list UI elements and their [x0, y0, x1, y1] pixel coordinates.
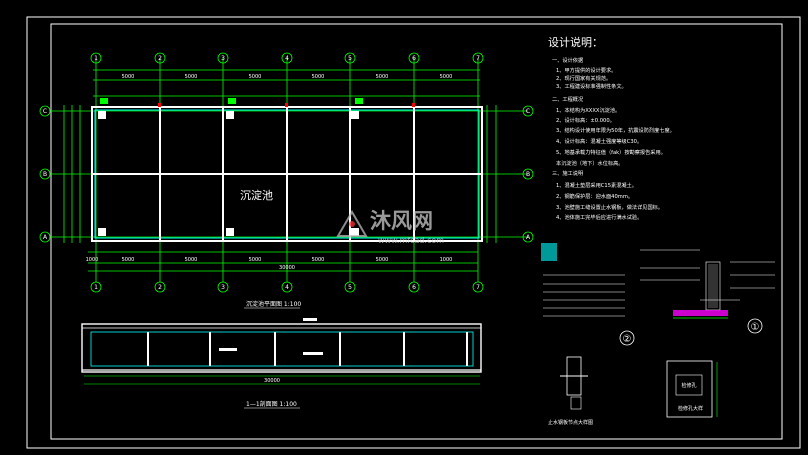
axis-col-5-top: 5 [348, 55, 352, 62]
watermark: 沐风网 www.mfcad.com [336, 209, 444, 245]
cad-drawing-sheet: 沉淀池 5000 5000 5000 5000 5000 5000 1000 5… [26, 16, 801, 449]
dim-bottom-7: 1000 [440, 257, 453, 263]
axis-col-6-top: 6 [412, 55, 416, 62]
axis-col-2-top: 2 [158, 55, 162, 62]
axis-col-4-bottom: 4 [285, 284, 289, 291]
axis-row-c-left: C [43, 108, 47, 115]
axis-col-4-top: 4 [285, 55, 289, 62]
axis-row-c-right: C [526, 108, 530, 115]
axis-row-b-left: B [43, 171, 47, 178]
dim-top-5: 5000 [376, 74, 389, 80]
dim-overall-plan: 30000 [279, 265, 295, 271]
pool-label: 沉淀池 [240, 188, 273, 202]
axis-col-2-bottom: 2 [158, 284, 162, 291]
plan-view: 沉淀池 5000 5000 5000 5000 5000 5000 1000 5… [39, 52, 534, 309]
detail-1-marker: ① [751, 322, 760, 333]
note-line-3: 2、现行国家有关规范。 [556, 74, 611, 82]
section-overall-dim: 30000 [264, 378, 280, 384]
notes-heading: 设计说明： [548, 35, 603, 49]
detail-2-marker: ② [623, 334, 632, 345]
section-caption: 1—1剖面图 1:100 [246, 400, 297, 408]
design-notes: 设计说明： 一、设计依据 1、甲方提供的设计要求。 2、现行国家有关规范。 3、… [548, 35, 675, 221]
axis-col-7-bottom: 7 [476, 284, 480, 291]
section-view: 30000 1—1剖面图 1:100 [81, 318, 482, 409]
dim-bottom-6: 5000 [376, 257, 389, 263]
note-line-4: 3、工程建设标准强制性条文。 [556, 82, 627, 90]
waterstop-caption: 止水钢板节点大样图 [548, 419, 593, 426]
dim-bottom-3: 5000 [185, 257, 198, 263]
dim-top-4: 5000 [312, 74, 325, 80]
note-line-7: 2、设计标高：±0.000。 [556, 116, 615, 124]
axis-col-6-bottom: 6 [412, 284, 416, 291]
note-line-6: 1、本结构为XXXX沉淀池。 [556, 106, 620, 114]
watermark-url: www.mfcad.com [378, 236, 444, 245]
dim-bottom-4: 5000 [249, 257, 262, 263]
axis-col-1-top: 1 [94, 55, 98, 62]
note-line-1: 一、设计依据 [552, 56, 583, 64]
axis-row-a-left: A [43, 234, 48, 241]
manhole-label: 检修孔 [681, 382, 696, 389]
note-line-13: 1、混凝土垫层采用C15素混凝土。 [556, 181, 637, 189]
axis-col-3-top: 3 [221, 55, 225, 62]
note-line-14: 2、钢筋保护层：迎水面40mm。 [556, 192, 633, 200]
dim-top-6: 5000 [440, 74, 453, 80]
dim-bottom-5: 5000 [312, 257, 325, 263]
note-line-2: 1、甲方提供的设计要求。 [556, 66, 616, 74]
note-line-9: 4、设计标高：混凝土强度等级C30。 [556, 137, 642, 145]
watermark-brand: 沐风网 [370, 209, 433, 233]
dim-top-3: 5000 [249, 74, 262, 80]
note-line-16: 4、池体施工完毕后应进行满水试验。 [556, 213, 642, 221]
axis-col-1-bottom: 1 [94, 284, 98, 291]
axis-col-7-top: 7 [476, 55, 480, 62]
note-line-11: 本沉淀池（地下）水位标高。 [556, 159, 623, 167]
axis-row-a-right: A [526, 234, 531, 241]
note-line-15: 3、池壁施工缝设置止水钢板，做法详见国标。 [556, 203, 663, 211]
note-line-5: 二、工程概况 [552, 95, 584, 103]
axis-row-b-right: B [526, 171, 530, 178]
detail-drawings: ② ① 止水钢板节点大样图 检修孔 检修孔大样 [541, 243, 775, 426]
note-line-12: 三、施工说明 [552, 169, 583, 177]
dim-bottom-2: 5000 [122, 257, 135, 263]
dim-bottom-1: 1000 [86, 257, 99, 263]
manhole-caption: 检修孔大样 [678, 405, 703, 412]
axis-col-5-bottom: 5 [348, 284, 352, 291]
plan-caption: 沉淀池平面图 1:100 [246, 300, 301, 308]
dim-top-2: 5000 [185, 74, 198, 80]
dim-top-1: 5000 [122, 74, 135, 80]
note-line-10: 5、地基承载力特征值（fak）按勘察报告采用。 [556, 148, 666, 156]
note-line-8: 3、结构设计使用年限为50年，抗震设防烈度七度。 [556, 126, 675, 134]
axis-col-3-bottom: 3 [221, 284, 225, 291]
